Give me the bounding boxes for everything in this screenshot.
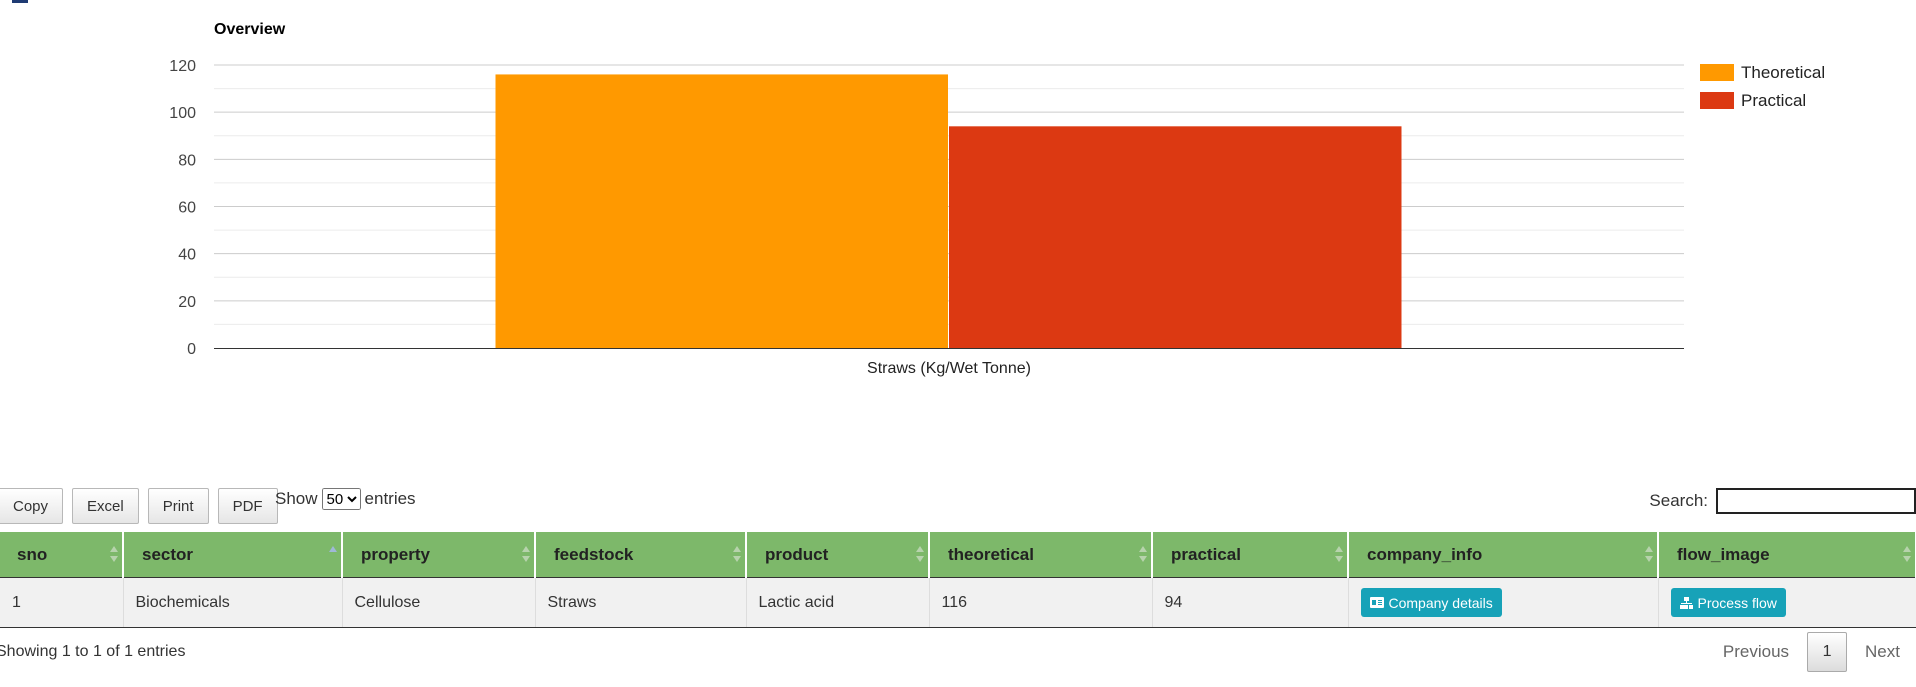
cell-product: Lactic acid	[746, 577, 930, 628]
table-row: 1 Biochemicals Cellulose Straws Lactic a…	[0, 577, 1916, 628]
process-flow-label: Process flow	[1697, 594, 1777, 611]
cell-sno: 1	[0, 577, 124, 628]
sort-ascending-icon	[329, 546, 337, 562]
page-length-control: Show 50 entries	[275, 488, 416, 510]
pdf-button[interactable]: PDF	[217, 488, 278, 524]
cell-theoretical: 116	[929, 577, 1153, 628]
previous-page-button[interactable]: Previous	[1707, 642, 1805, 662]
sort-icon	[522, 546, 530, 562]
sitemap-icon	[1679, 596, 1693, 609]
x-category-label: Straws (Kg/Wet Tonne)	[867, 360, 1031, 377]
cell-practical: 94	[1152, 577, 1349, 628]
sort-icon	[1903, 546, 1911, 562]
y-tick-label: 120	[169, 58, 196, 75]
sort-icon	[1335, 546, 1343, 562]
show-label: Show	[275, 489, 318, 508]
column-label: company_info	[1367, 544, 1483, 564]
y-tick-label: 20	[178, 294, 196, 311]
bar-theoretical	[495, 74, 948, 348]
column-label: practical	[1171, 544, 1241, 564]
legend-swatch-theoretical	[1700, 64, 1734, 81]
cell-company-info: Company details	[1348, 577, 1659, 628]
sort-icon	[733, 546, 741, 562]
next-page-button[interactable]: Next	[1849, 642, 1916, 662]
column-header-product[interactable]: product	[746, 532, 930, 578]
legend-swatch-practical	[1700, 92, 1734, 109]
pagination: Previous 1 Next	[1707, 632, 1916, 672]
sort-icon	[110, 546, 118, 562]
cell-feedstock: Straws	[535, 577, 747, 628]
y-tick-label: 40	[178, 247, 196, 264]
cell-sector: Biochemicals	[123, 577, 343, 628]
column-header-flow-image[interactable]: flow_image	[1658, 532, 1916, 578]
column-label: flow_image	[1677, 544, 1770, 564]
sort-icon	[1645, 546, 1653, 562]
column-header-sector[interactable]: sector	[123, 532, 343, 578]
column-label: property	[361, 544, 430, 564]
entries-label: entries	[364, 489, 416, 508]
column-header-theoretical[interactable]: theoretical	[929, 532, 1153, 578]
y-tick-label: 100	[169, 105, 196, 122]
copy-button[interactable]: Copy	[0, 488, 64, 524]
sort-icon	[916, 546, 924, 562]
cell-flow-image: Process flow	[1658, 577, 1916, 628]
export-buttons: Copy Excel Print PDF	[0, 488, 287, 524]
page-length-select[interactable]: 50	[321, 488, 361, 510]
company-details-button[interactable]: Company details	[1360, 588, 1502, 617]
search-control: Search:	[1649, 488, 1916, 514]
column-header-company-info[interactable]: company_info	[1348, 532, 1659, 578]
column-label: sector	[142, 544, 194, 564]
id-card-icon	[1369, 597, 1384, 608]
column-header-sno[interactable]: sno	[0, 532, 124, 578]
legend-label[interactable]: Practical	[1741, 91, 1806, 110]
column-label: sno	[17, 544, 48, 564]
search-label: Search:	[1649, 491, 1708, 510]
column-header-practical[interactable]: practical	[1152, 532, 1349, 578]
column-label: theoretical	[948, 544, 1034, 564]
y-tick-label: 60	[178, 200, 196, 217]
overview-chart: Overview 0 20 40 60 80 100 120 Straws (Kg/Wet …	[169, 21, 1825, 377]
chart-title: Overview	[214, 21, 286, 38]
bar-practical	[949, 126, 1402, 348]
column-label: feedstock	[554, 544, 634, 564]
column-header-property[interactable]: property	[342, 532, 536, 578]
data-table: sno sector property feedstock product th…	[0, 532, 1916, 628]
page-number-button[interactable]: 1	[1807, 632, 1848, 672]
y-tick-label: 80	[178, 152, 196, 169]
table-info: Showing 1 to 1 of 1 entries	[0, 643, 186, 660]
column-header-feedstock[interactable]: feedstock	[535, 532, 747, 578]
process-flow-button[interactable]: Process flow	[1670, 588, 1786, 617]
cell-property: Cellulose	[342, 577, 536, 628]
sort-icon	[1139, 546, 1147, 562]
legend-label[interactable]: Theoretical	[1741, 63, 1825, 82]
column-label: product	[765, 544, 829, 564]
company-details-label: Company details	[1388, 594, 1493, 611]
excel-button[interactable]: Excel	[72, 488, 139, 524]
print-button[interactable]: Print	[147, 488, 209, 524]
search-input[interactable]	[1716, 488, 1916, 514]
header-row: sno sector property feedstock product th…	[0, 532, 1916, 578]
y-tick-label: 0	[187, 341, 196, 358]
